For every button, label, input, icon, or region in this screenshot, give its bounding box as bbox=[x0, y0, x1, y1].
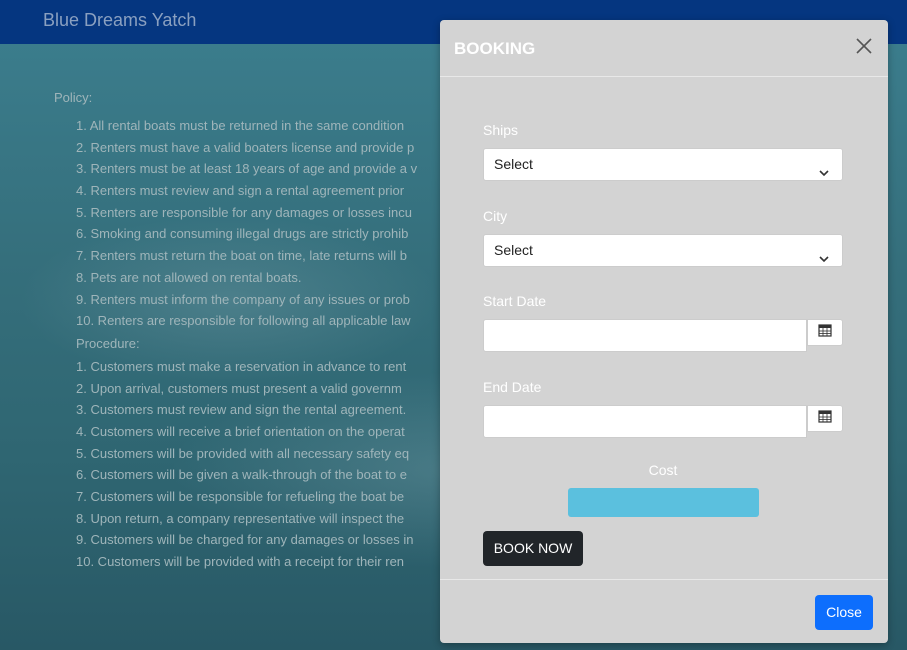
cost-display bbox=[567, 488, 759, 517]
chevron-down-icon bbox=[818, 245, 830, 263]
booking-form: Ships Select City Select Start Date End … bbox=[483, 120, 843, 566]
end-date-calendar-button[interactable] bbox=[807, 405, 843, 432]
end-date-label: End Date bbox=[483, 379, 542, 395]
ships-label: Ships bbox=[483, 122, 519, 138]
modal-footer: Close bbox=[440, 579, 888, 643]
start-date-calendar-button[interactable] bbox=[807, 319, 843, 346]
book-now-button[interactable]: BOOK NOW bbox=[483, 531, 583, 566]
start-date-input[interactable] bbox=[483, 319, 807, 352]
city-select[interactable]: Select bbox=[483, 234, 843, 267]
start-date-label: Start Date bbox=[483, 293, 547, 309]
close-icon[interactable] bbox=[854, 36, 874, 56]
ships-select[interactable]: Select bbox=[483, 148, 843, 181]
city-select-value: Select bbox=[494, 242, 533, 258]
modal-title: BOOKING bbox=[454, 39, 536, 58]
end-date-group bbox=[483, 405, 843, 438]
modal-header: BOOKING bbox=[440, 20, 888, 77]
start-date-group bbox=[483, 319, 843, 352]
chevron-down-icon bbox=[818, 159, 830, 177]
calendar-icon bbox=[818, 323, 832, 342]
brand-title[interactable]: Blue Dreams Yatch bbox=[43, 10, 196, 31]
ships-select-value: Select bbox=[494, 156, 533, 172]
booking-modal: BOOKING Ships Select City Select Start D… bbox=[440, 20, 888, 643]
end-date-input[interactable] bbox=[483, 405, 807, 438]
calendar-icon bbox=[818, 409, 832, 428]
city-label: City bbox=[483, 208, 508, 224]
cost-label: Cost bbox=[648, 462, 678, 478]
close-button[interactable]: Close bbox=[815, 595, 873, 630]
